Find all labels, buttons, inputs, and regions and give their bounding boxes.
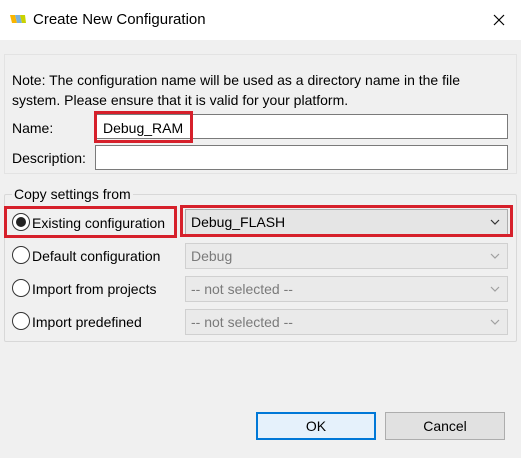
close-button[interactable] bbox=[481, 5, 517, 35]
description-label: Description: bbox=[12, 150, 86, 166]
default-configuration-combo: Debug bbox=[185, 243, 508, 269]
chevron-down-icon bbox=[490, 253, 500, 259]
existing-configuration-highlight bbox=[4, 206, 177, 238]
ok-button[interactable]: OK bbox=[256, 412, 376, 440]
default-configuration-value: Debug bbox=[191, 248, 233, 264]
import-from-projects-radio[interactable] bbox=[12, 279, 30, 297]
cancel-button[interactable]: Cancel bbox=[385, 412, 505, 440]
name-value: Debug_RAM bbox=[103, 120, 184, 136]
existing-configuration-combo-highlight bbox=[180, 205, 513, 237]
default-configuration-label[interactable]: Default configuration bbox=[32, 247, 160, 265]
description-input[interactable] bbox=[95, 145, 508, 170]
import-predefined-value: -- not selected -- bbox=[191, 314, 293, 330]
import-predefined-label[interactable]: Import predefined bbox=[32, 313, 142, 331]
import-from-projects-combo: -- not selected -- bbox=[185, 276, 508, 302]
copy-settings-title: Copy settings from bbox=[12, 185, 133, 203]
default-configuration-radio[interactable] bbox=[12, 246, 30, 264]
chevron-down-icon bbox=[490, 286, 500, 292]
window-title: Create New Configuration bbox=[33, 11, 206, 28]
name-label: Name: bbox=[12, 120, 54, 136]
note-text: Note: The configuration name will be use… bbox=[12, 72, 460, 108]
import-from-projects-value: -- not selected -- bbox=[191, 281, 293, 297]
import-from-projects-label[interactable]: Import from projects bbox=[32, 280, 156, 298]
nxp-logo-icon bbox=[10, 12, 26, 26]
import-predefined-radio[interactable] bbox=[12, 312, 30, 330]
import-predefined-combo: -- not selected -- bbox=[185, 309, 508, 335]
chevron-down-icon bbox=[490, 319, 500, 325]
close-icon bbox=[493, 14, 505, 26]
